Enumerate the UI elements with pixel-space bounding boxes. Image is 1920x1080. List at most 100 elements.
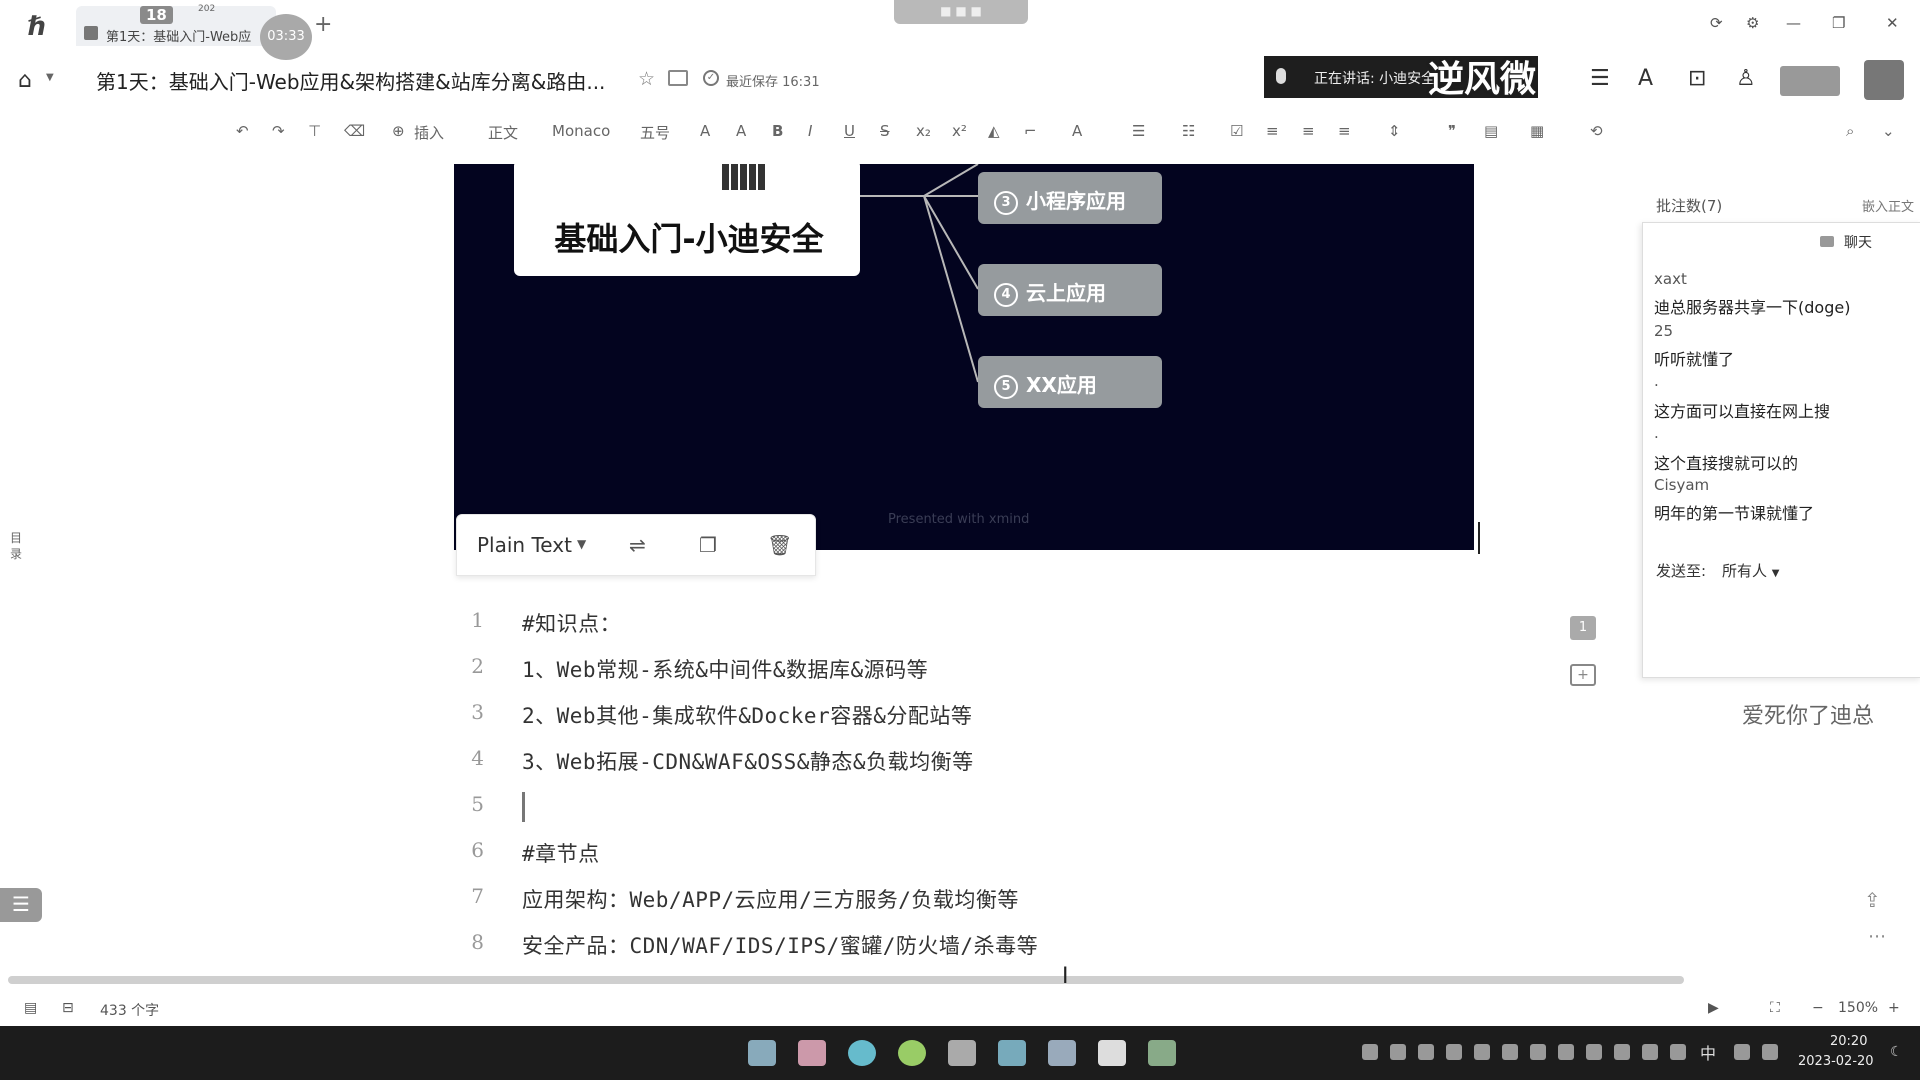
code-line[interactable]: #章节点 xyxy=(522,838,600,868)
page-view-icon[interactable]: ▤ xyxy=(24,1000,37,1016)
subscript-icon[interactable]: x₂ xyxy=(916,122,931,140)
wrap-lines-icon[interactable]: ⇌ xyxy=(629,533,646,557)
align-right-icon[interactable]: ≡ xyxy=(1338,122,1351,140)
language-select[interactable]: Plain Text xyxy=(477,533,572,557)
tray-icon[interactable] xyxy=(1642,1044,1658,1060)
folder-icon[interactable] xyxy=(668,70,688,86)
chevron-down-icon[interactable]: ⌄ xyxy=(1882,122,1895,140)
divider-icon[interactable]: ▤ xyxy=(1484,122,1498,140)
format-painter-icon[interactable]: ⊤ xyxy=(308,122,321,140)
more-icon[interactable]: ⟲ xyxy=(1590,122,1603,140)
fullscreen-icon[interactable]: ⛶ xyxy=(1770,1000,1780,1016)
star-icon[interactable]: ☆ xyxy=(638,68,655,90)
font-color-icon[interactable]: A xyxy=(1072,122,1082,140)
align-center-icon[interactable]: ≡ xyxy=(1302,122,1315,140)
clock-date[interactable]: 2023-02-20 xyxy=(1798,1054,1874,1069)
close-icon[interactable]: ✕ xyxy=(1886,14,1899,32)
image-resize-handle[interactable] xyxy=(1478,522,1480,554)
bullet-list-icon[interactable]: ☰ xyxy=(1132,122,1145,140)
sync-icon[interactable]: ⟳ xyxy=(1710,14,1723,32)
add-tab-button[interactable]: + xyxy=(314,12,332,37)
delete-icon[interactable]: 🗑 xyxy=(767,533,792,557)
search-icon[interactable]: ⌕ xyxy=(1846,122,1854,140)
outline-list-icon[interactable]: ☰ xyxy=(0,888,42,922)
insert-button[interactable]: 插入 xyxy=(414,122,444,143)
mindmap-image[interactable]: 基础入门-小迪安全 3 小程序应用 4 云上应用 5 XX应用 Presented w… xyxy=(454,164,1474,550)
restore-icon[interactable]: ❐ xyxy=(1832,14,1845,32)
underline-icon[interactable]: U xyxy=(844,122,855,140)
notes-app-icon[interactable] xyxy=(1098,1040,1126,1066)
chevron-down-icon[interactable]: ▼ xyxy=(1772,568,1780,579)
increase-font-icon[interactable]: A xyxy=(700,122,710,140)
code-line[interactable]: #知识点： xyxy=(522,608,621,638)
font-size-select[interactable]: 五号 xyxy=(640,122,670,143)
font-family-select[interactable]: Monaco xyxy=(552,122,610,140)
image-app-icon[interactable] xyxy=(1048,1040,1076,1066)
file-explorer-icon[interactable] xyxy=(748,1040,776,1066)
code-line[interactable]: 安全产品：CDN/WAF/IDS/IPS/蜜罐/防火墙/杀毒等 xyxy=(522,930,1038,960)
app-logo-icon[interactable]: ℏ xyxy=(28,12,56,42)
volume-icon[interactable] xyxy=(1762,1044,1778,1060)
code-line[interactable]: 应用架构：Web/APP/云应用/三方服务/负载均衡等 xyxy=(522,884,1019,914)
undo-icon[interactable]: ↶ xyxy=(236,122,249,140)
network-icon[interactable] xyxy=(1734,1044,1750,1060)
italic-icon[interactable]: I xyxy=(808,122,812,140)
microphone-tray-icon[interactable] xyxy=(1670,1044,1686,1060)
tray-icon[interactable] xyxy=(1474,1044,1490,1060)
meeting-app-icon[interactable] xyxy=(1148,1040,1176,1066)
paragraph-style-select[interactable]: 正文 xyxy=(488,122,518,143)
more-icon[interactable]: ⋯ xyxy=(1868,926,1886,947)
superscript-icon[interactable]: x² xyxy=(952,122,967,140)
user-add-icon[interactable]: ♙ xyxy=(1736,66,1756,91)
vm-app-icon[interactable] xyxy=(998,1040,1026,1066)
comment-badge[interactable]: 1 xyxy=(1570,616,1596,640)
redo-icon[interactable]: ↷ xyxy=(272,122,285,140)
home-icon[interactable]: ⌂ xyxy=(18,68,32,93)
share-icon[interactable]: ⇪ xyxy=(1864,888,1881,912)
send-to-value[interactable]: 所有人 xyxy=(1722,562,1767,580)
word-count[interactable]: 433 个字 xyxy=(100,1000,159,1020)
settings-icon[interactable]: ⚙ xyxy=(1746,14,1759,32)
edge-browser-icon[interactable] xyxy=(848,1040,876,1066)
checkbox-icon[interactable]: ☑ xyxy=(1230,122,1243,140)
align-left-icon[interactable]: ≡ xyxy=(1266,122,1279,140)
zoom-level[interactable]: 150% xyxy=(1838,1000,1878,1016)
zoom-out-button[interactable]: − xyxy=(1812,1000,1824,1016)
code-icon[interactable]: ⌐ xyxy=(1024,122,1037,140)
code-line[interactable]: 3、Web拓展-CDN&WAF&OSS&静态&负载均衡等 xyxy=(522,746,974,776)
tray-icon[interactable] xyxy=(1558,1044,1574,1060)
bold-icon[interactable]: B xyxy=(772,122,783,140)
tray-icon[interactable] xyxy=(1502,1044,1518,1060)
ime-indicator[interactable]: 中 xyxy=(1700,1040,1716,1064)
add-comment-icon[interactable]: + xyxy=(1570,664,1596,686)
layout-icon[interactable]: ⊟ xyxy=(62,1000,74,1016)
outline-toggle[interactable]: 目录 xyxy=(10,530,26,562)
avatar[interactable] xyxy=(1864,60,1904,100)
document-app-icon[interactable] xyxy=(948,1040,976,1066)
menu-icon[interactable]: ☰ xyxy=(1590,66,1610,91)
document-title[interactable]: 第1天：基础入门-Web应用&架构搭建&站库分离&路由... xyxy=(96,66,605,95)
folder-icon[interactable] xyxy=(798,1040,826,1066)
copy-icon[interactable]: ❐ xyxy=(699,533,717,557)
minimize-icon[interactable]: — xyxy=(1786,14,1801,32)
tray-icon[interactable] xyxy=(1390,1044,1406,1060)
quote-icon[interactable]: ❞ xyxy=(1448,122,1456,140)
tray-icon[interactable] xyxy=(1530,1044,1546,1060)
play-icon[interactable]: ▶ xyxy=(1708,1000,1719,1016)
comment-count[interactable]: 批注数(7) xyxy=(1656,195,1722,216)
strikethrough-icon[interactable]: S xyxy=(880,122,890,140)
meeting-pill[interactable]: ■ ■ ■ xyxy=(894,0,1028,24)
chrome-browser-icon[interactable] xyxy=(898,1040,926,1066)
send-to-select[interactable]: 所有人 ▼ xyxy=(1722,560,1780,581)
zoom-in-button[interactable]: + xyxy=(1888,1000,1900,1016)
decrease-font-icon[interactable]: A xyxy=(736,122,746,140)
tray-icon[interactable] xyxy=(1362,1044,1378,1060)
highlight-icon[interactable]: ◭ xyxy=(988,122,1000,140)
tray-icon[interactable] xyxy=(1418,1044,1434,1060)
embed-in-text-toggle[interactable]: 嵌入正文 xyxy=(1862,196,1914,215)
code-line[interactable]: 2、Web其他-集成软件&Docker容器&分配站等 xyxy=(522,700,972,730)
line-spacing-icon[interactable]: ⇕ xyxy=(1388,122,1401,140)
chevron-down-icon[interactable]: ▼ xyxy=(46,72,54,83)
table-icon[interactable]: ▦ xyxy=(1530,122,1544,140)
clear-format-icon[interactable]: ⌫ xyxy=(344,122,365,140)
